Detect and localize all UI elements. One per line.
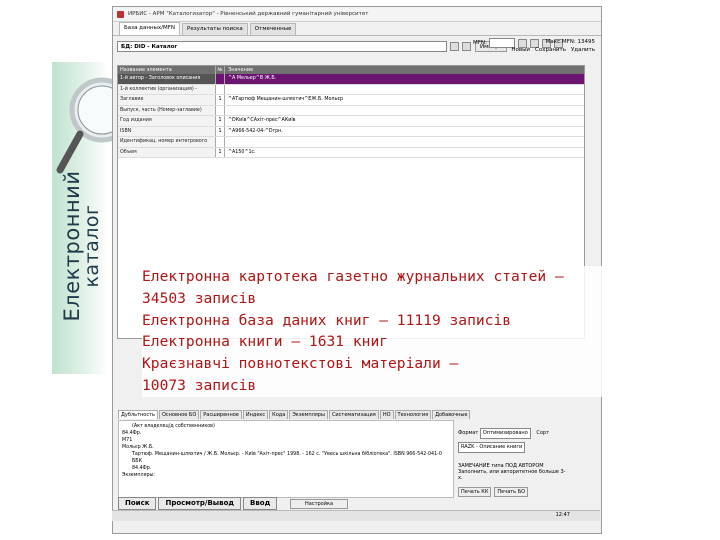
- header-name: Название элемента: [118, 66, 216, 74]
- table-row[interactable]: Выпуск, часть (Номер-заглавие): [118, 105, 584, 116]
- tab-doublet[interactable]: Дубльтность: [118, 410, 158, 419]
- search-mode-button[interactable]: Поиск: [118, 497, 157, 510]
- print-card-button[interactable]: Печать КК: [458, 487, 492, 497]
- stats-line: Краєзнавчі повнотекстові матеріали –: [142, 355, 459, 373]
- tab-technology[interactable]: Технология: [394, 410, 432, 419]
- stats-line: Електронна картотека газетно журнальних …: [142, 268, 564, 285]
- field-no: [216, 84, 225, 94]
- status-time: 12:47: [555, 512, 570, 518]
- table-row[interactable]: Год издания 1 ^DКиїв^CАхіт-прес^AКиїв: [118, 116, 584, 127]
- sort-label: Сорт: [536, 430, 549, 436]
- card-line: Мольєр Ж.Б.: [122, 445, 154, 450]
- stats-line: 34503 записів: [142, 289, 257, 307]
- tab-ho[interactable]: НО: [379, 410, 394, 419]
- field-value[interactable]: [225, 137, 584, 147]
- field-no: 1: [216, 95, 225, 105]
- field-no: 1: [216, 116, 225, 126]
- window-title: ИРБИС - АРМ "Каталогизатор" - Рівненськи…: [128, 11, 369, 17]
- field-name: 1-й коллектив (организация) - заголовок …: [118, 84, 216, 101]
- tab-systematization[interactable]: Систематизация: [328, 410, 379, 419]
- field-value[interactable]: [225, 106, 584, 116]
- card-line: (Акт владелец/д собственников): [132, 424, 215, 429]
- tab-marked[interactable]: Отмеченные: [249, 23, 297, 35]
- stats-line: Електронна база даних книг – 11119 запис…: [142, 311, 512, 329]
- field-no: [216, 105, 225, 115]
- tab-database[interactable]: База данных/MFN: [119, 22, 181, 35]
- field-name: Год издания: [118, 116, 216, 126]
- max-mfn: Макс.MFN: 13495: [545, 39, 595, 45]
- table-row[interactable]: 1-й автор - Заголовок описания ^A Мельер…: [118, 74, 584, 85]
- sort-select[interactable]: RAZK - Описание книги: [458, 442, 526, 453]
- field-name: Заглавие: [118, 95, 216, 105]
- catalog-card-preview: (Акт владелец/д собственников) 84.4Фр. М…: [118, 420, 454, 498]
- field-no: 1: [216, 147, 225, 157]
- print-bo-button[interactable]: Печать БО: [494, 487, 529, 497]
- card-line: М71: [122, 438, 133, 443]
- header-no: №: [216, 66, 225, 74]
- app-icon: [117, 10, 124, 18]
- format-select[interactable]: Оптимизировано: [479, 428, 531, 439]
- settings-icon[interactable]: [462, 41, 471, 51]
- card-line: ББК: [132, 459, 142, 464]
- card-line: 84.4Фр.: [132, 466, 152, 471]
- vertical-title-line2: каталог: [81, 204, 103, 288]
- mode-buttons: Поиск Просмотр/Вывод Ввод: [118, 497, 279, 510]
- input-mode-button[interactable]: Ввод: [243, 497, 278, 510]
- toolbar: БД: DID - Каталог Импорт MFN: Макс.MFN: …: [113, 36, 601, 56]
- status-bar: 12:47: [112, 510, 600, 521]
- card-line: Тартюф. Мещанин-шляхтич / Ж.Б. Мольєр. -…: [132, 452, 442, 457]
- card-line: Экземпляры:: [122, 473, 155, 478]
- title-bar: ИРБИС - АРМ "Каталогизатор" - Рівненськи…: [113, 7, 601, 22]
- field-value[interactable]: ^DКиїв^CАхіт-прес^AКиїв: [225, 116, 584, 126]
- field-value[interactable]: ^A150^1с.: [225, 148, 584, 158]
- tab-index[interactable]: Индекс: [242, 410, 269, 419]
- tab-search-results[interactable]: Результаты поиска: [182, 23, 248, 35]
- field-name: Выпуск, часть (Номер-заглавие): [118, 105, 216, 115]
- field-no: [216, 137, 225, 147]
- stats-line: 10073 записів: [142, 376, 257, 394]
- tab-extended[interactable]: Расширенное: [200, 410, 242, 419]
- format-label: Формат: [458, 430, 479, 436]
- bottom-tabs: Дубльтность Основное БО Расширенное Инде…: [118, 410, 471, 419]
- table-row[interactable]: 1-й коллектив (организация) - заголовок …: [118, 84, 584, 101]
- save-record-button[interactable]: Сохранить: [535, 47, 566, 53]
- table-row[interactable]: Заглавие 1 ^AТартюф Мещанин-шляхтич^EЖ.Б…: [118, 95, 584, 106]
- grid-header: Название элемента № Значение: [118, 66, 584, 74]
- vertical-title-line1: Електронний: [60, 170, 84, 322]
- field-value[interactable]: [225, 85, 584, 95]
- field-no: 1: [216, 126, 225, 136]
- warning-note: ЗАМЕЧАНИЕ типа ПОД АВТОРОМ Заполнить, ил…: [458, 463, 566, 481]
- table-row[interactable]: ISBN 1 ^A966-542-04-^Dгрн.: [118, 126, 584, 137]
- print-buttons: Печать КК Печать БО: [458, 487, 598, 497]
- tab-basic-bo[interactable]: Основное БО: [158, 410, 200, 419]
- database-select[interactable]: БД: DID - Каталог: [117, 40, 447, 52]
- field-value[interactable]: ^A966-542-04-^Dгрн.: [225, 127, 584, 137]
- tab-codes[interactable]: Кода: [269, 410, 289, 419]
- record-actions: Новый Сохранить Удалить: [506, 47, 595, 53]
- tab-copies[interactable]: Экземпляры: [289, 410, 328, 419]
- field-name: Объем: [118, 147, 216, 157]
- new-record-button[interactable]: Новый: [511, 47, 530, 53]
- header-value: Значение: [228, 67, 254, 73]
- vertical-title: Електронний каталог: [56, 118, 108, 374]
- field-value[interactable]: ^AТартюф Мещанин-шляхтич^EЖ.Б. Мольєр: [225, 95, 584, 105]
- field-no: [216, 74, 225, 84]
- field-name: 1-й автор - Заголовок описания: [118, 74, 216, 84]
- main-tabs: База данных/MFN Результаты поиска Отмече…: [113, 22, 601, 36]
- view-output-button[interactable]: Просмотр/Вывод: [158, 497, 242, 510]
- table-row[interactable]: Идентификац. номер интегрового материала: [118, 137, 584, 154]
- field-value[interactable]: ^A Мельер^B Ж.Б.: [225, 74, 584, 84]
- card-line: 84.4Фр.: [122, 431, 142, 436]
- mfn-label: MFN:: [473, 40, 487, 46]
- stats-line: Електронна книги – 1631 книг: [142, 333, 389, 351]
- field-name: Идентификац. номер интегрового материала: [118, 137, 216, 154]
- dropdown-icon[interactable]: [450, 41, 459, 51]
- settings-button[interactable]: Настройка: [290, 499, 349, 509]
- delete-record-button[interactable]: Удалить: [571, 47, 595, 53]
- catalog-stats-overlay: Електронна картотека газетно журнальних …: [142, 266, 612, 397]
- output-options: Формат Оптимизировано Сорт RAZK - Описан…: [458, 428, 598, 497]
- table-row[interactable]: Объем 1 ^A150^1с.: [118, 147, 584, 158]
- tab-additional[interactable]: Добавочные: [432, 410, 471, 419]
- field-name: ISBN: [118, 126, 216, 136]
